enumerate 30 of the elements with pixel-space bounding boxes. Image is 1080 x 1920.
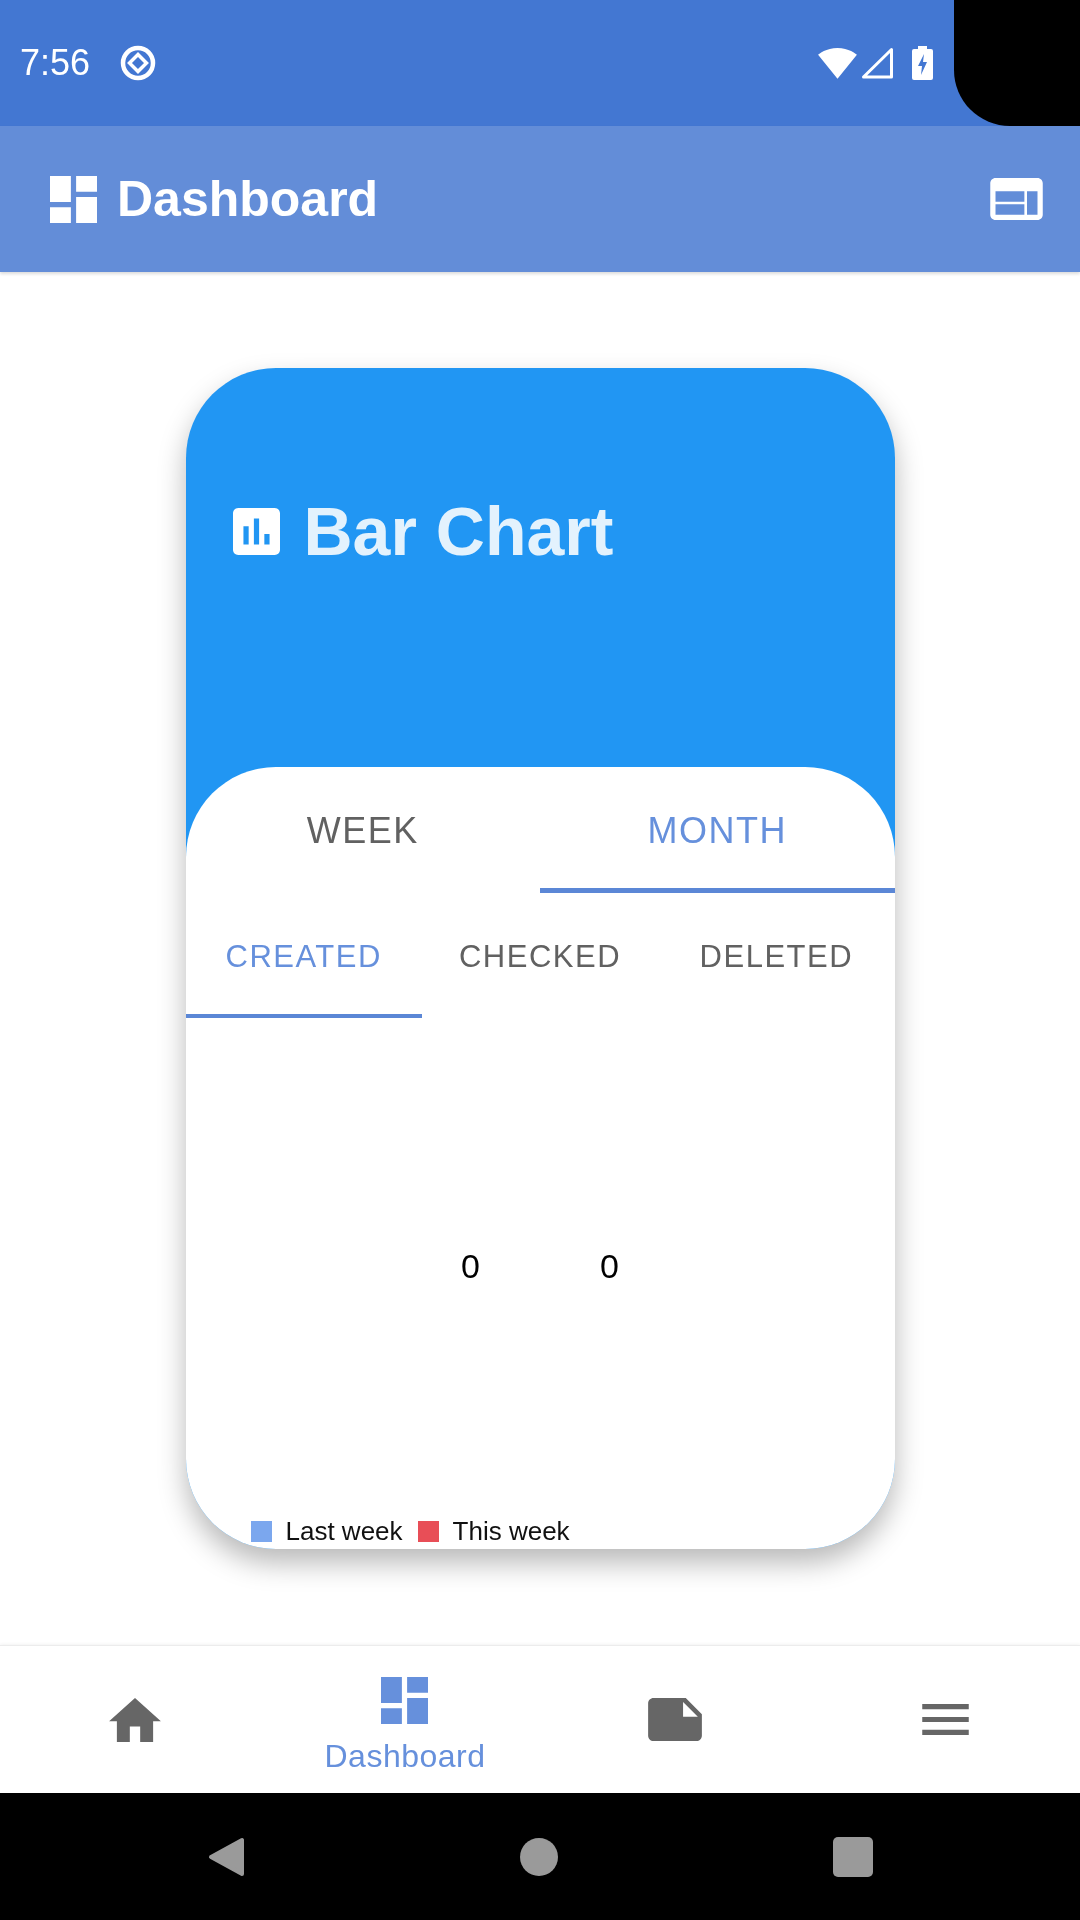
wifi-icon xyxy=(818,47,857,79)
card-title: Bar Chart xyxy=(303,497,614,565)
dashboard-icon xyxy=(50,175,97,223)
dashboard-icon xyxy=(381,1677,429,1724)
metric-tab[interactable]: CHECKED xyxy=(421,893,659,1018)
app-title: Dashboard xyxy=(117,171,379,227)
value-label: 0 xyxy=(461,1246,480,1286)
nav-item[interactable] xyxy=(921,1704,969,1735)
battery-charging-icon xyxy=(912,46,933,80)
nav-item[interactable]: Dashboard xyxy=(324,1665,486,1774)
value-label: 0 xyxy=(600,1246,619,1286)
ring-icon xyxy=(120,45,157,81)
legend-label: Last week xyxy=(285,1518,403,1544)
nav-item[interactable] xyxy=(109,1697,161,1742)
back-icon[interactable] xyxy=(207,1836,245,1877)
bar-chart-icon xyxy=(232,507,280,555)
status-time: 7:56 xyxy=(20,45,91,81)
period-tab[interactable]: MONTH xyxy=(540,767,895,893)
home-icon xyxy=(109,1697,161,1742)
menu-icon xyxy=(921,1704,969,1735)
legend-label: This week xyxy=(452,1518,570,1544)
home-circle-icon[interactable] xyxy=(519,1837,558,1876)
layout-icon[interactable] xyxy=(990,178,1043,220)
signal-icon xyxy=(861,47,894,79)
note-icon xyxy=(648,1698,702,1741)
nav-item[interactable] xyxy=(648,1698,702,1741)
period-tab[interactable]: WEEK xyxy=(185,767,540,893)
metric-tab[interactable]: DELETED xyxy=(658,893,895,1018)
metric-tab[interactable]: CREATED xyxy=(185,893,422,1018)
recents-icon[interactable] xyxy=(832,1836,873,1877)
